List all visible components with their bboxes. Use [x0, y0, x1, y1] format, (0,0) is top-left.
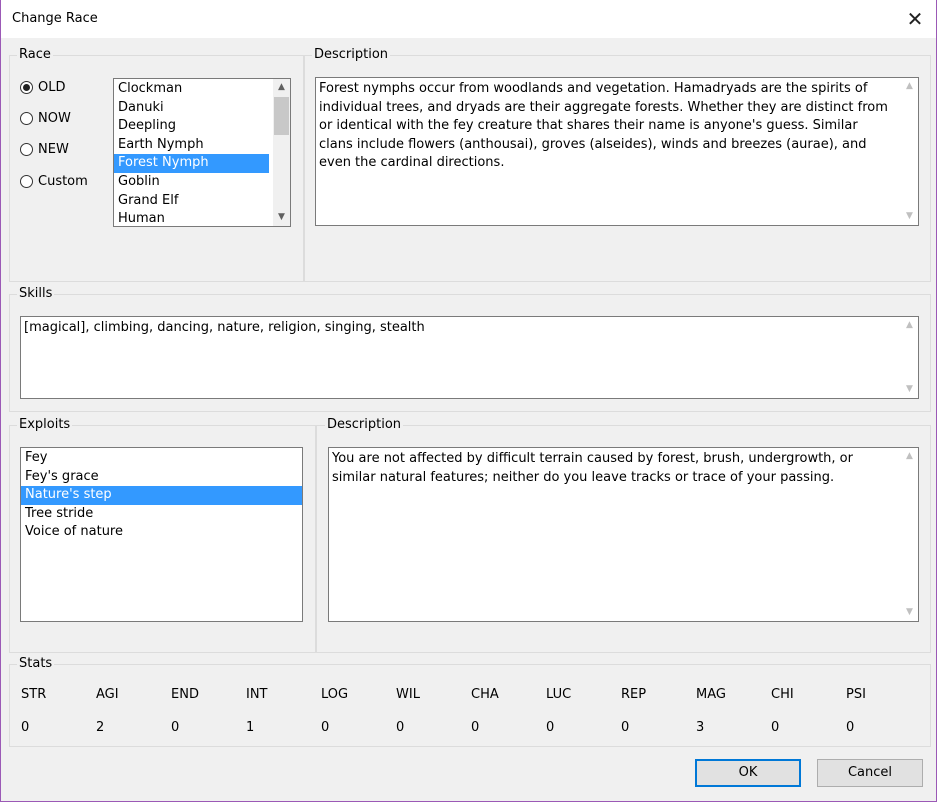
stat-value-end: 0: [171, 720, 180, 735]
stat-value-str: 0: [21, 720, 30, 735]
stat-name-psi: PSI: [846, 687, 866, 702]
scroll-thumb[interactable]: [274, 97, 289, 135]
exploits-group-label: Exploits: [17, 417, 73, 432]
stat-name-rep: REP: [621, 687, 647, 702]
cancel-button[interactable]: Cancel: [817, 759, 923, 787]
radio-custom[interactable]: Custom: [20, 171, 88, 191]
scroll-down-icon[interactable]: ▼: [901, 604, 918, 621]
scroll-down-icon[interactable]: ▼: [901, 381, 918, 398]
scroll-up-icon[interactable]: ▲: [273, 79, 290, 96]
exploit-description-text[interactable]: You are not affected by difficult terrai…: [328, 447, 919, 622]
race-list[interactable]: Clockman Danuki Deepling Earth Nymph For…: [113, 78, 291, 227]
race-description-content: Forest nymphs occur from woodlands and v…: [319, 81, 888, 171]
stats-group-label: Stats: [17, 656, 55, 671]
stat-name-luc: LUC: [546, 687, 572, 702]
exploit-description-content: You are not affected by difficult terrai…: [332, 451, 853, 485]
close-icon[interactable]: ✕: [904, 8, 926, 30]
exploit-item-fey[interactable]: Fey: [21, 449, 302, 468]
skills-group-label: Skills: [17, 286, 55, 301]
radio-new[interactable]: NEW: [20, 139, 69, 159]
stat-name-agi: AGI: [96, 687, 119, 702]
race-item-clockman[interactable]: Clockman: [114, 80, 269, 99]
exploits-list[interactable]: Fey Fey's grace Nature's step Tree strid…: [20, 447, 303, 622]
stat-name-int: INT: [246, 687, 268, 702]
radio-old-label: OLD: [38, 79, 66, 95]
stat-value-psi: 0: [846, 720, 855, 735]
skills-content: [magical], climbing, dancing, nature, re…: [24, 320, 425, 335]
stat-name-wil: WIL: [396, 687, 420, 702]
exploit-item-voice-of-nature[interactable]: Voice of nature: [21, 523, 302, 542]
race-list-scrollbar[interactable]: ▲ ▼: [273, 79, 290, 226]
stat-value-luc: 0: [546, 720, 555, 735]
race-item-forest-nymph[interactable]: Forest Nymph: [114, 154, 269, 173]
exploit-item-feys-grace[interactable]: Fey's grace: [21, 468, 302, 487]
radio-now-label: NOW: [38, 110, 71, 126]
exploit-item-tree-stride[interactable]: Tree stride: [21, 505, 302, 524]
scroll-down-icon[interactable]: ▼: [273, 209, 290, 226]
stats-group: [9, 664, 931, 747]
stat-value-mag: 3: [696, 720, 705, 735]
stat-name-chi: CHI: [771, 687, 794, 702]
scroll-up-icon[interactable]: ▲: [901, 448, 918, 465]
race-group-label: Race: [17, 47, 53, 62]
radio-old-indicator[interactable]: [20, 80, 33, 94]
radio-new-indicator[interactable]: [20, 142, 33, 156]
window-title: Change Race: [12, 11, 98, 26]
exploit-description-scrollbar[interactable]: ▲ ▼: [901, 448, 918, 621]
scroll-up-icon[interactable]: ▲: [901, 317, 918, 334]
radio-now-indicator[interactable]: [20, 111, 33, 125]
scroll-down-icon[interactable]: ▼: [901, 208, 918, 225]
radio-custom-indicator[interactable]: [20, 174, 33, 188]
stat-value-chi: 0: [771, 720, 780, 735]
ok-button[interactable]: OK: [695, 759, 801, 787]
exploit-description-label: Description: [325, 417, 404, 432]
stat-value-agi: 2: [96, 720, 105, 735]
skills-text[interactable]: [magical], climbing, dancing, nature, re…: [20, 316, 919, 399]
stat-value-int: 1: [246, 720, 255, 735]
stat-name-mag: MAG: [696, 687, 726, 702]
change-race-dialog: Change Race ✕ Race OLD NOW NEW Custom Cl…: [0, 0, 937, 802]
race-item-human[interactable]: Human: [114, 210, 269, 226]
stat-name-cha: CHA: [471, 687, 499, 702]
skills-scrollbar[interactable]: ▲ ▼: [901, 317, 918, 398]
stat-name-log: LOG: [321, 687, 349, 702]
stat-name-end: END: [171, 687, 199, 702]
race-item-earth-nymph[interactable]: Earth Nymph: [114, 136, 269, 155]
radio-custom-label: Custom: [38, 173, 88, 189]
race-description-scrollbar[interactable]: ▲ ▼: [901, 78, 918, 225]
race-description-label: Description: [312, 47, 391, 62]
stat-value-rep: 0: [621, 720, 630, 735]
race-item-goblin[interactable]: Goblin: [114, 173, 269, 192]
stat-value-log: 0: [321, 720, 330, 735]
race-item-deepling[interactable]: Deepling: [114, 117, 269, 136]
exploit-item-natures-step[interactable]: Nature's step: [21, 486, 302, 505]
radio-new-label: NEW: [38, 141, 69, 157]
stat-value-wil: 0: [396, 720, 405, 735]
race-description-text[interactable]: Forest nymphs occur from woodlands and v…: [315, 77, 919, 226]
race-item-danuki[interactable]: Danuki: [114, 99, 269, 118]
scroll-up-icon[interactable]: ▲: [901, 78, 918, 95]
stat-value-cha: 0: [471, 720, 480, 735]
radio-now[interactable]: NOW: [20, 108, 71, 128]
title-bar: Change Race ✕: [1, 0, 936, 38]
race-item-grand-elf[interactable]: Grand Elf: [114, 192, 269, 211]
stat-name-str: STR: [21, 687, 47, 702]
radio-old[interactable]: OLD: [20, 77, 66, 97]
